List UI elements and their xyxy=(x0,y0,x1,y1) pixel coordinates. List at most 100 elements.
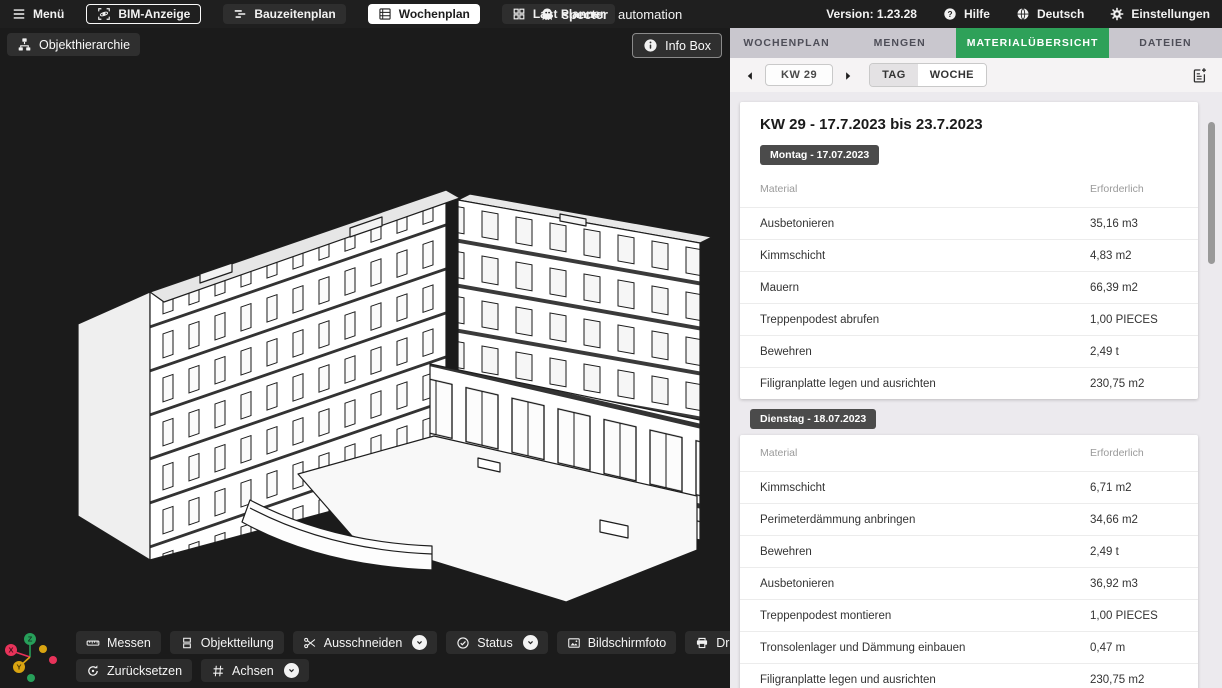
table-row: Bewehren 2,49 t xyxy=(740,335,1198,367)
bim-view-label: BIM-Anzeige xyxy=(118,7,190,21)
material-name: Bewehren xyxy=(760,346,1090,358)
axis-neg-z-dot[interactable] xyxy=(27,674,35,682)
add-note-button[interactable] xyxy=(1191,67,1208,84)
screenshot-button[interactable]: Bildschirmfoto xyxy=(557,631,677,654)
scissors-icon xyxy=(303,636,317,650)
panel-scrollbar-thumb[interactable] xyxy=(1208,122,1215,264)
table-row: Ausbetonieren 36,92 m3 xyxy=(740,567,1198,599)
material-table-tuesday: Material Erforderlich Kimmschicht 6,71 m… xyxy=(740,435,1198,688)
bim-view-button[interactable]: BIM-Anzeige xyxy=(86,4,201,24)
week-plan-button[interactable]: Wochenplan xyxy=(368,4,480,24)
schedule-button[interactable]: Bauzeitenplan xyxy=(223,4,345,24)
status-button[interactable]: Status xyxy=(446,631,547,654)
tab-wochenplan[interactable]: WOCHENPLAN xyxy=(730,28,843,58)
toggle-day-button[interactable]: TAG xyxy=(870,64,918,86)
material-quantity: 34,66 m2 xyxy=(1090,514,1180,526)
cut-label: Ausschneiden xyxy=(324,636,403,650)
object-hierarchy-button[interactable]: Objekthierarchie xyxy=(7,33,140,56)
material-name: Mauern xyxy=(760,282,1090,294)
tab-materialuebersicht[interactable]: MATERIALÜBERSICHT xyxy=(956,28,1109,58)
next-week-button[interactable] xyxy=(842,69,854,81)
language-button[interactable]: Deutsch xyxy=(1016,7,1084,21)
language-label: Deutsch xyxy=(1037,7,1084,21)
material-name: Tronsolenlager und Dämmung einbauen xyxy=(760,642,1090,654)
ruler-icon xyxy=(86,636,100,650)
object-hierarchy-label: Objekthierarchie xyxy=(39,38,130,52)
table-row: Tronsolenlager und Dämmung einbauen 0,47… xyxy=(740,631,1198,663)
table-row: Filigranplatte legen und ausrichten 230,… xyxy=(740,663,1198,688)
globe-icon xyxy=(1016,7,1030,21)
day-badge-tuesday: Dienstag - 18.07.2023 xyxy=(750,409,876,429)
table-header: Material Erforderlich xyxy=(740,171,1198,207)
axes-dropdown-button[interactable] xyxy=(284,663,299,678)
grid-icon xyxy=(512,7,526,21)
column-material: Material xyxy=(760,447,1090,459)
tab-mengen[interactable]: MENGEN xyxy=(843,28,956,58)
week-selector[interactable]: KW 29 xyxy=(765,64,833,86)
tab-dateien[interactable]: DATEIEN xyxy=(1109,28,1222,58)
material-quantity: 0,47 m xyxy=(1090,642,1180,654)
settings-button[interactable]: Einstellungen xyxy=(1110,7,1210,21)
settings-label: Einstellungen xyxy=(1131,7,1210,21)
status-label: Status xyxy=(477,636,512,650)
hamburger-icon xyxy=(12,7,26,21)
bim-3d-viewport[interactable]: Objekthierarchie Info Box Z X xyxy=(0,28,730,688)
material-quantity: 230,75 m2 xyxy=(1090,378,1180,390)
material-quantity: 35,16 m3 xyxy=(1090,218,1180,230)
question-icon xyxy=(943,7,957,21)
svg-text:Y: Y xyxy=(16,663,21,672)
column-required: Erforderlich xyxy=(1090,447,1180,459)
measure-button[interactable]: Messen xyxy=(76,631,161,654)
axis-x-handle[interactable]: X xyxy=(5,644,17,656)
axes-button[interactable]: Achsen xyxy=(201,659,309,682)
viewer-toolbar-row2: Zurücksetzen Achsen xyxy=(76,659,309,682)
material-overview-content: KW 29 - 17.7.2023 bis 23.7.2023 Montag -… xyxy=(730,92,1222,688)
info-icon xyxy=(643,38,658,53)
material-name: Treppenpodest montieren xyxy=(760,610,1090,622)
reset-view-label: Zurücksetzen xyxy=(107,664,182,678)
split-icon xyxy=(180,636,194,650)
bim-model[interactable] xyxy=(0,28,730,688)
top-app-bar: Menü BIM-Anzeige Bauzeitenplan Wochenpla… xyxy=(0,0,1222,28)
schedule-label: Bauzeitenplan xyxy=(254,7,335,21)
svg-text:Z: Z xyxy=(28,635,33,644)
menu-label: Menü xyxy=(33,7,64,21)
week-card: KW 29 - 17.7.2023 bis 23.7.2023 Montag -… xyxy=(740,102,1198,399)
reset-view-button[interactable]: Zurücksetzen xyxy=(76,659,192,682)
material-quantity: 2,49 t xyxy=(1090,346,1180,358)
list-icon xyxy=(378,7,392,21)
toggle-week-button[interactable]: WOCHE xyxy=(918,64,986,86)
material-name: Perimeterdämmung anbringen xyxy=(760,514,1090,526)
material-quantity: 1,00 PIECES xyxy=(1090,314,1180,326)
cut-dropdown-button[interactable] xyxy=(412,635,427,650)
status-dropdown-button[interactable] xyxy=(523,635,538,650)
orbit-3d-icon xyxy=(97,7,111,21)
object-split-label: Objektteilung xyxy=(201,636,274,650)
material-name: Kimmschicht xyxy=(760,482,1090,494)
chevron-down-icon xyxy=(525,637,536,648)
table-row: Mauern 66,39 m2 xyxy=(740,271,1198,303)
print-preview-button[interactable]: Druckvorschau xyxy=(685,631,730,654)
axis-neg-y-dot[interactable] xyxy=(39,645,47,653)
menu-button[interactable]: Menü xyxy=(12,7,64,21)
brand-name-light: automation xyxy=(618,7,682,22)
material-name: Bewehren xyxy=(760,546,1090,558)
brand-logo: specterautomation xyxy=(540,7,683,22)
axes-gizmo[interactable]: Z X Y xyxy=(3,628,61,686)
table-row: Treppenpodest abrufen 1,00 PIECES xyxy=(740,303,1198,335)
ghost-logo-icon xyxy=(540,7,555,22)
info-box-button[interactable]: Info Box xyxy=(632,33,722,58)
help-button[interactable]: Hilfe xyxy=(943,7,990,21)
material-name: Ausbetonieren xyxy=(760,578,1090,590)
axis-z-handle[interactable]: Z xyxy=(24,633,36,645)
table-header: Material Erforderlich xyxy=(740,435,1198,471)
day-week-toggle: TAG WOCHE xyxy=(869,63,987,87)
chevron-down-icon xyxy=(286,665,297,676)
axis-y-handle[interactable]: Y xyxy=(13,661,25,673)
object-split-button[interactable]: Objektteilung xyxy=(170,631,284,654)
panel-tab-bar: WOCHENPLAN MENGEN MATERIALÜBERSICHT DATE… xyxy=(730,28,1222,58)
previous-week-button[interactable] xyxy=(744,69,756,81)
axis-neg-x-dot[interactable] xyxy=(49,656,57,664)
week-heading: KW 29 - 17.7.2023 bis 23.7.2023 xyxy=(760,116,1178,133)
cut-button[interactable]: Ausschneiden xyxy=(293,631,438,654)
